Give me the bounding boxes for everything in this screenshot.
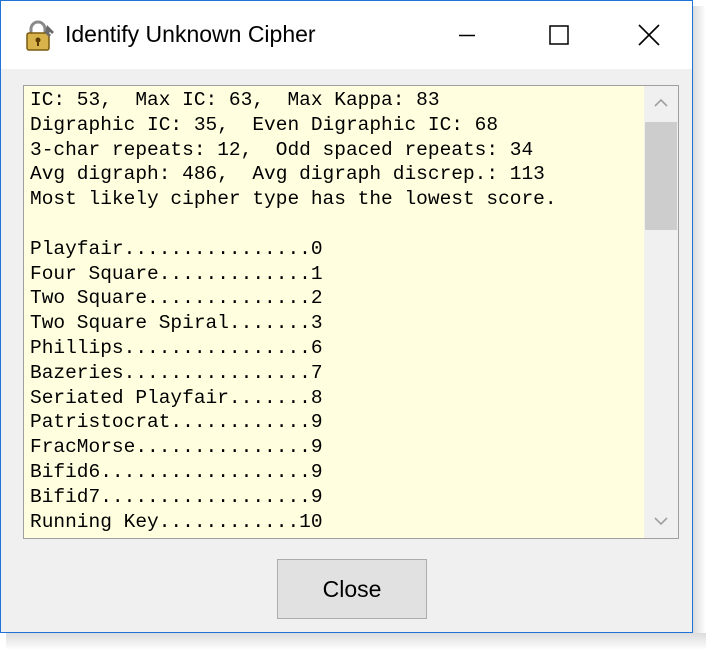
memo-line: IC: 53, Max IC: 63, Max Kappa: 83 <box>30 89 440 111</box>
memo-line <box>30 212 640 237</box>
minimize-icon <box>459 34 475 37</box>
scrollbar-thumb[interactable] <box>645 122 677 230</box>
minimize-button[interactable] <box>421 1 513 69</box>
memo-line: Avg digraph: 486, Avg digraph discrep.: … <box>30 163 545 186</box>
title-bar[interactable]: Identify Unknown Cipher <box>1 1 692 69</box>
chevron-up-icon <box>654 98 668 107</box>
memo-line: Patristocrat............9 <box>30 411 323 434</box>
results-text: IC: 53, Max IC: 63, Max Kappa: 83 Digraph… <box>30 88 640 534</box>
memo-line: Phillips................6 <box>30 336 323 359</box>
memo-line: Playfair................0 <box>30 237 323 260</box>
close-icon <box>638 24 660 46</box>
lock-key-icon <box>23 19 57 53</box>
vertical-scrollbar[interactable] <box>644 86 678 538</box>
memo-line: Four Square.............1 <box>30 262 323 285</box>
results-memo[interactable]: IC: 53, Max IC: 63, Max Kappa: 83 Digraph… <box>23 85 679 539</box>
memo-line: Bifid7..................9 <box>30 485 323 508</box>
maximize-icon <box>549 25 569 45</box>
memo-line: FracMorse...............9 <box>30 436 323 459</box>
chevron-down-icon <box>654 517 668 526</box>
memo-line: Two Square Spiral.......3 <box>30 312 323 335</box>
memo-line: Running Key............10 <box>30 510 323 533</box>
window-title: Identify Unknown Cipher <box>65 21 316 47</box>
memo-line: Most likely cipher type has the lowest s… <box>30 188 557 211</box>
close-window-button[interactable] <box>603 1 695 69</box>
memo-line: Digraphic IC: 35, Even Digraphic IC: 68 <box>30 113 499 136</box>
scroll-up-button[interactable] <box>644 86 678 120</box>
memo-line: Bazeries................7 <box>30 361 323 384</box>
window-shadow-bottom <box>6 633 706 650</box>
memo-line: 3-char repeats: 12, Odd spaced repeats: … <box>30 138 534 161</box>
window-shadow-right <box>693 6 706 650</box>
memo-line: Bifid6..................9 <box>30 460 323 483</box>
close-button[interactable]: Close <box>277 559 427 619</box>
scroll-down-button[interactable] <box>644 504 678 538</box>
memo-line: Two Square..............2 <box>30 287 323 310</box>
maximize-button[interactable] <box>513 1 605 69</box>
memo-line: Seriated Playfair.......8 <box>30 386 323 409</box>
identify-cipher-dialog: Identify Unknown Cipher IC: 53, Max IC: … <box>0 0 693 633</box>
